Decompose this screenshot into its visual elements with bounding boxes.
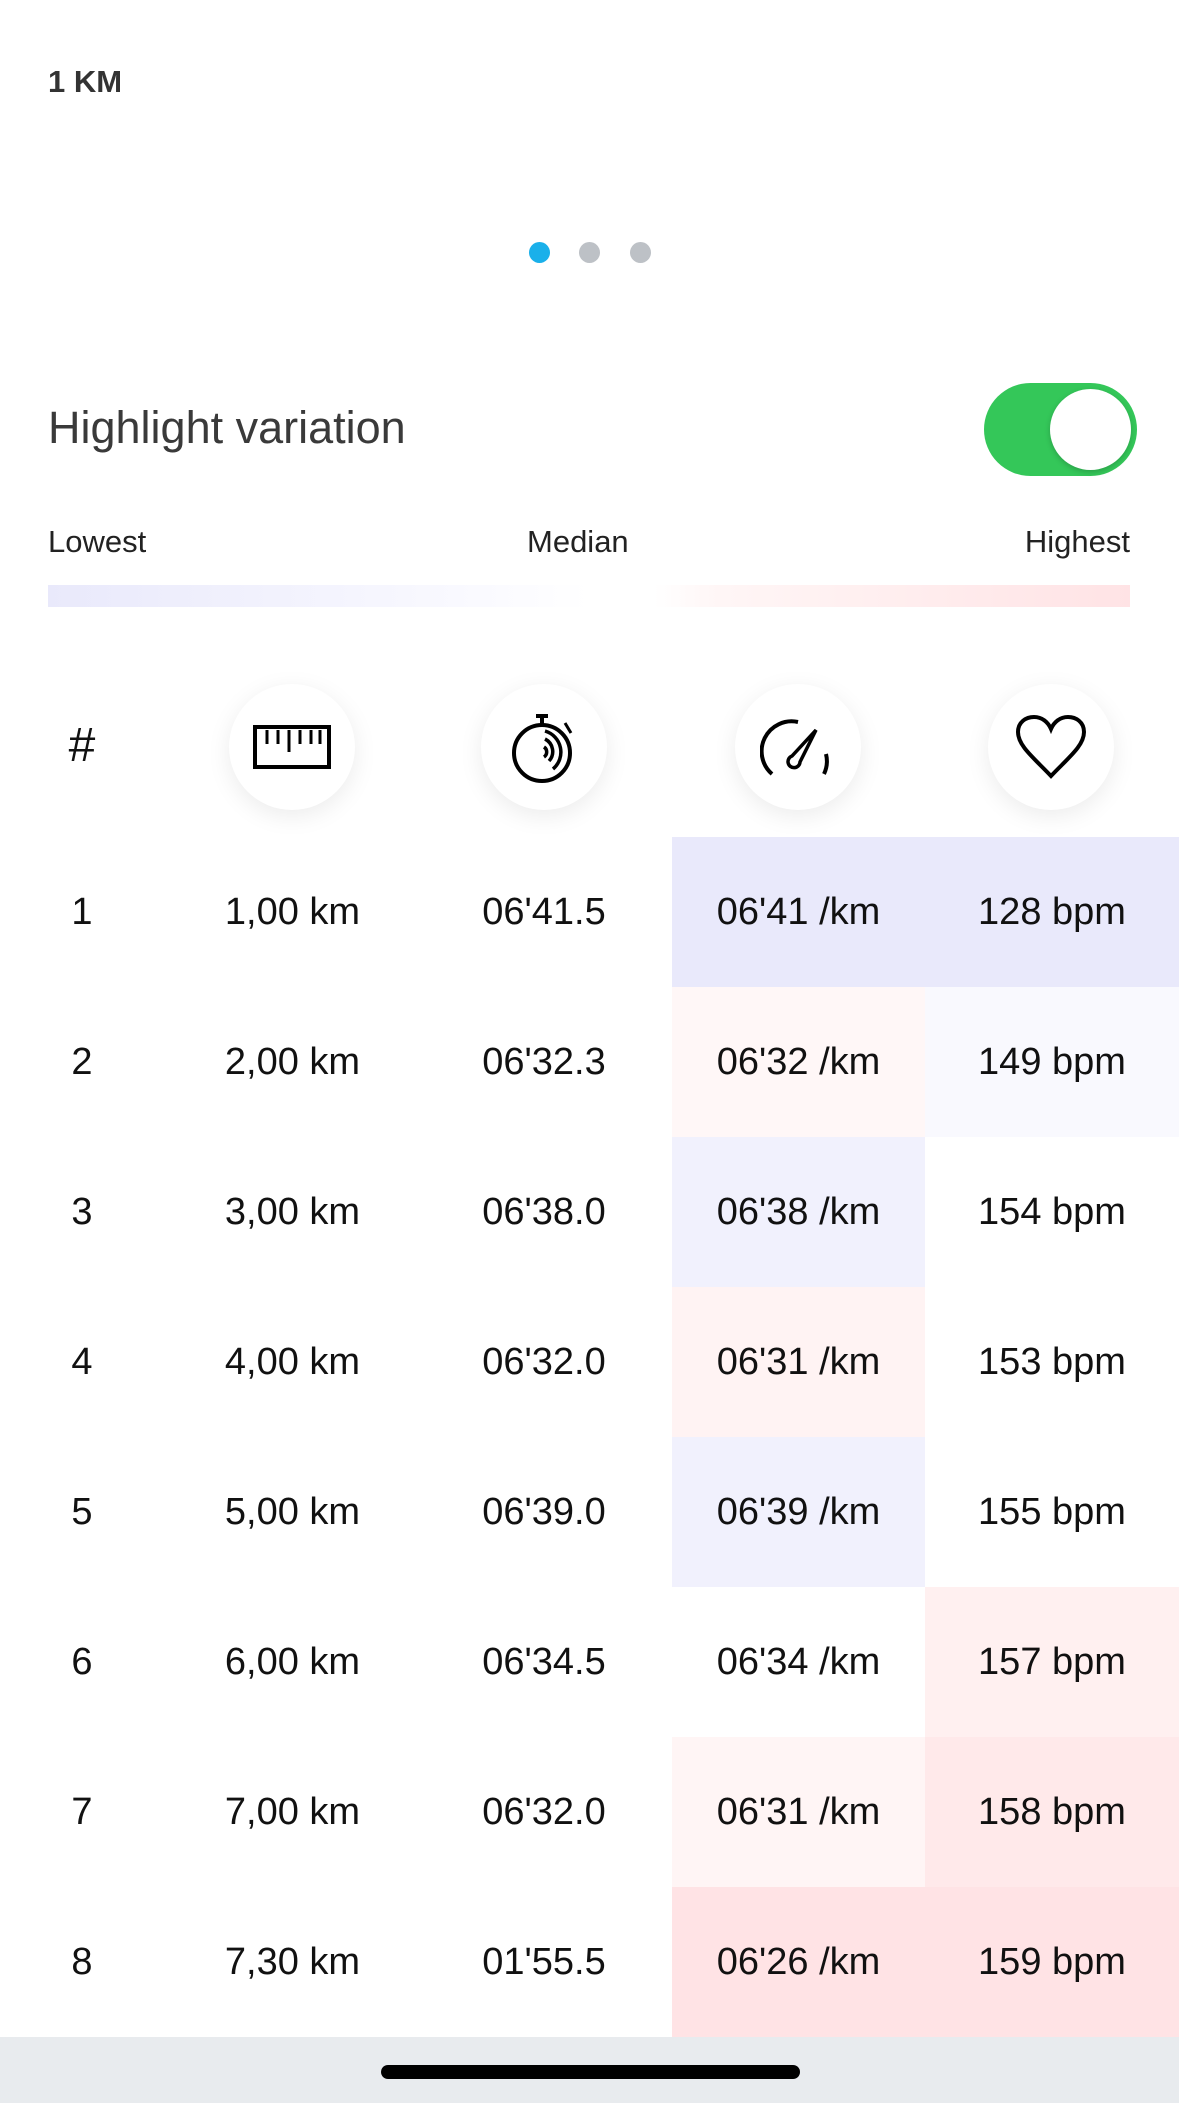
cell-hr: 153 bpm [925, 1287, 1179, 1437]
table-row[interactable]: 8 7,30 km 01'55.5 06'26 /km 159 bpm [0, 1887, 1179, 2037]
toggle-knob [1050, 389, 1131, 470]
cell-time: 06'34.5 [482, 1640, 606, 1683]
cell-n: 8 [71, 1940, 93, 1983]
cell-dist: 4,00 km [224, 1340, 361, 1383]
cell-dist: 1,00 km [224, 890, 361, 933]
cell-pace: 06'39 /km [672, 1437, 925, 1587]
cell-time: 06'32.3 [482, 1040, 606, 1083]
header-number: # [68, 719, 96, 772]
cell-hr: 158 bpm [925, 1737, 1179, 1887]
header-heart-rate[interactable] [988, 684, 1114, 810]
page-dot-2[interactable] [579, 242, 600, 263]
cell-hr: 149 bpm [925, 987, 1179, 1137]
page-dot-1[interactable] [529, 242, 550, 263]
cell-time: 06'32.0 [482, 1790, 606, 1833]
header-pace[interactable] [735, 684, 861, 810]
cell-pace: 06'31 /km [672, 1737, 925, 1887]
cell-pace: 06'34 /km [672, 1587, 925, 1737]
table-row[interactable]: 4 4,00 km 06'32.0 06'31 /km 153 bpm [0, 1287, 1179, 1437]
highlight-variation-label: Highlight variation [48, 402, 406, 453]
cell-n: 5 [71, 1490, 93, 1533]
cell-dist: 2,00 km [224, 1040, 361, 1083]
cell-time: 06'32.0 [482, 1340, 606, 1383]
table-row[interactable]: 1 1,00 km 06'41.5 06'41 /km 128 bpm [0, 837, 1179, 987]
cell-hr: 157 bpm [925, 1587, 1179, 1737]
cell-n: 3 [71, 1190, 93, 1233]
header-distance[interactable] [229, 684, 355, 810]
table-row[interactable]: 2 2,00 km 06'32.3 06'32 /km 149 bpm [0, 987, 1179, 1137]
cell-dist: 3,00 km [224, 1190, 361, 1233]
cell-dist: 5,00 km [224, 1490, 361, 1533]
stopwatch-icon [512, 714, 573, 783]
speedometer-icon [760, 719, 829, 776]
cell-n: 1 [71, 890, 93, 933]
cell-n: 2 [71, 1040, 93, 1083]
cell-time: 06'39.0 [482, 1490, 606, 1533]
header-time[interactable] [481, 684, 607, 810]
cell-pace: 06'32 /km [672, 987, 925, 1137]
cell-dist: 7,00 km [224, 1790, 361, 1833]
cell-pace: 06'26 /km [672, 1887, 925, 2037]
cell-time: 06'41.5 [482, 890, 606, 933]
cell-hr: 155 bpm [925, 1437, 1179, 1587]
home-indicator[interactable] [381, 2065, 800, 2079]
table-row[interactable]: 6 6,00 km 06'34.5 06'34 /km 157 bpm [0, 1587, 1179, 1737]
section-title: 1 KM [48, 64, 123, 99]
page-dot-3[interactable] [630, 242, 651, 263]
cell-pace: 06'38 /km [672, 1137, 925, 1287]
cell-n: 7 [71, 1790, 93, 1833]
scale-lowest-label: Lowest [48, 524, 147, 559]
ruler-icon [253, 725, 331, 769]
cell-n: 6 [71, 1640, 93, 1683]
cell-hr: 159 bpm [925, 1887, 1179, 2037]
scale-median-label: Median [527, 524, 629, 559]
cell-pace: 06'31 /km [672, 1287, 925, 1437]
table-row[interactable]: 5 5,00 km 06'39.0 06'39 /km 155 bpm [0, 1437, 1179, 1587]
cell-time: 06'38.0 [482, 1190, 606, 1233]
cell-hr: 128 bpm [925, 837, 1179, 987]
variation-gradient-bar [48, 585, 1130, 607]
scale-highest-label: Highest [1024, 524, 1130, 559]
heart-icon [1015, 714, 1087, 779]
cell-n: 4 [71, 1340, 93, 1383]
table-row[interactable]: 3 3,00 km 06'38.0 06'38 /km 154 bpm [0, 1137, 1179, 1287]
cell-pace: 06'41 /km [672, 837, 925, 987]
cell-hr: 154 bpm [925, 1137, 1179, 1287]
cell-time: 01'55.5 [482, 1940, 606, 1983]
cell-dist: 7,30 km [224, 1940, 361, 1983]
table-row[interactable]: 7 7,00 km 06'32.0 06'31 /km 158 bpm [0, 1737, 1179, 1887]
cell-dist: 6,00 km [224, 1640, 361, 1683]
highlight-variation-toggle[interactable] [984, 383, 1137, 476]
